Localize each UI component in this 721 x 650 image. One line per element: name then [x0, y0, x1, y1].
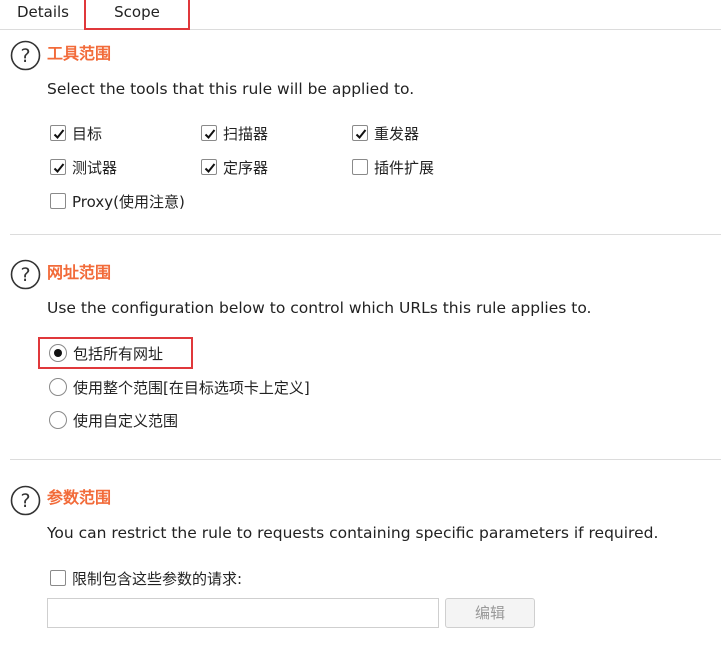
tool-checkbox-intruder[interactable]: 测试器	[50, 157, 117, 177]
edit-button[interactable]: 编辑	[445, 598, 535, 628]
restrict-params-checkbox[interactable]: 限制包含这些参数的请求:	[50, 568, 242, 588]
checkbox[interactable]	[50, 193, 66, 209]
tab-details[interactable]: Details	[17, 0, 69, 30]
tool-label: 定序器	[223, 158, 269, 177]
radio-button[interactable]	[49, 411, 67, 429]
url-option-all[interactable]: 包括所有网址	[49, 343, 163, 363]
tab-bar: Details Scope	[0, 0, 721, 30]
radio-button[interactable]	[49, 344, 67, 362]
help-icon[interactable]: ?	[10, 485, 41, 516]
tool-label: 重发器	[374, 124, 420, 143]
svg-text:?: ?	[20, 45, 30, 67]
url-option-target-scope[interactable]: 使用整个范围[在目标选项卡上定义]	[49, 377, 310, 397]
section-divider	[10, 234, 721, 235]
tool-checkbox-target[interactable]: 目标	[50, 123, 102, 143]
params-section-description: You can restrict the rule to requests co…	[47, 524, 659, 542]
url-section-description: Use the configuration below to control w…	[47, 299, 592, 317]
svg-text:?: ?	[20, 490, 30, 512]
tool-checkbox-repeater[interactable]: 重发器	[352, 123, 419, 143]
tools-section-description: Select the tools that this rule will be …	[47, 80, 415, 98]
params-input[interactable]	[47, 598, 439, 628]
url-option-label: 使用自定义范围	[73, 411, 179, 430]
tool-checkbox-scanner[interactable]: 扫描器	[201, 123, 268, 143]
checkbox[interactable]	[352, 159, 368, 175]
help-icon[interactable]: ?	[10, 40, 41, 71]
params-section-title: 参数范围	[47, 488, 112, 507]
tool-label: 目标	[72, 124, 103, 143]
url-option-label: 包括所有网址	[73, 344, 164, 363]
tool-label: 扫描器	[223, 124, 269, 143]
tool-checkbox-extender[interactable]: 插件扩展	[352, 157, 434, 177]
checkbox[interactable]	[352, 125, 368, 141]
checkbox[interactable]	[50, 159, 66, 175]
checkbox[interactable]	[50, 570, 66, 586]
url-option-custom[interactable]: 使用自定义范围	[49, 410, 178, 430]
tool-checkbox-sequencer[interactable]: 定序器	[201, 157, 268, 177]
tab-scope[interactable]: Scope	[84, 0, 190, 30]
checkbox[interactable]	[201, 125, 217, 141]
tool-label: 插件扩展	[374, 158, 435, 177]
tool-label: 测试器	[72, 158, 118, 177]
checkbox[interactable]	[201, 159, 217, 175]
svg-text:?: ?	[20, 264, 30, 286]
radio-button[interactable]	[49, 378, 67, 396]
url-section-title: 网址范围	[47, 263, 112, 282]
help-icon[interactable]: ?	[10, 259, 41, 290]
checkbox[interactable]	[50, 125, 66, 141]
tool-checkbox-proxy[interactable]: Proxy(使用注意)	[50, 191, 185, 211]
section-divider	[10, 459, 721, 460]
url-option-label: 使用整个范围[在目标选项卡上定义]	[73, 378, 310, 397]
restrict-params-label: 限制包含这些参数的请求:	[72, 569, 243, 588]
tool-label: Proxy(使用注意)	[72, 192, 185, 211]
tools-section-title: 工具范围	[47, 44, 112, 63]
